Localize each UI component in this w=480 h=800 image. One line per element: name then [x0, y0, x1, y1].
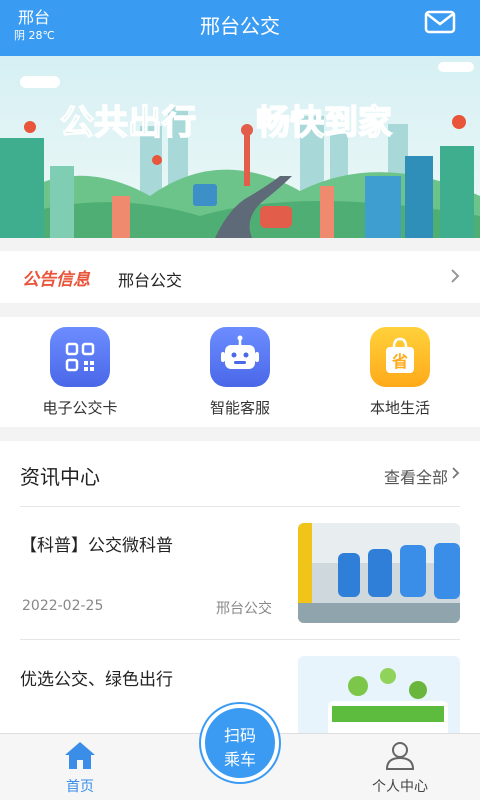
promo-banner[interactable]: 公共出行 畅快到家 [0, 56, 480, 238]
svg-text:省: 省 [391, 352, 408, 371]
banner-slogan-left: 公共出行 [60, 103, 196, 143]
app-screen: 邢台 阴 28℃ 邢台公交 公共出行 畅快到家 公告信息 邢台公交 电子公交卡 … [0, 0, 480, 800]
scan-label-line1: 扫码 [223, 726, 256, 745]
user-icon [385, 742, 415, 770]
notice-tag: 公告信息 [22, 270, 90, 290]
news-item-title: 优选公交、绿色出行 [20, 670, 173, 690]
qr-card-icon [50, 327, 110, 387]
divider [20, 639, 460, 640]
shopping-bag-icon: 省 [370, 327, 430, 387]
nav-home[interactable]: 首页 [40, 740, 120, 796]
feature-grid: 电子公交卡 智能客服 省 本地生活 [0, 317, 480, 427]
robot-icon [210, 327, 270, 387]
mail-icon[interactable] [424, 10, 456, 34]
chevron-right-icon [452, 467, 460, 479]
divider [20, 506, 460, 507]
feature-support[interactable]: 智能客服 [180, 327, 300, 418]
nav-profile[interactable]: 个人中心 [360, 740, 440, 796]
nav-home-label: 首页 [66, 779, 94, 795]
feature-label: 智能客服 [209, 399, 270, 417]
view-all-link[interactable]: 查看全部 [384, 464, 448, 488]
news-item-date: 2022-02-25 [22, 598, 104, 614]
section-title: 资讯中心 [20, 465, 100, 489]
nav-profile-label: 个人中心 [372, 779, 428, 795]
chevron-right-icon [451, 269, 460, 283]
banner-slogan-right: 畅快到家 [256, 103, 392, 143]
feature-local-life[interactable]: 省 本地生活 [340, 327, 460, 418]
news-thumbnail [298, 523, 460, 623]
home-icon [65, 742, 95, 769]
news-item-source: 邢台公交 [216, 601, 272, 617]
scan-label-line2: 乘车 [223, 750, 256, 769]
feature-ecard[interactable]: 电子公交卡 [20, 327, 140, 418]
top-bar: 邢台 阴 28℃ 邢台公交 [0, 0, 480, 56]
notice-bar[interactable]: 公告信息 邢台公交 [0, 251, 480, 303]
news-item-title: 【科普】公交微科普 [20, 536, 173, 556]
feature-label: 电子公交卡 [42, 399, 118, 417]
notice-text: 邢台公交 [118, 271, 183, 290]
scan-ride-button[interactable]: 扫码 乘车 [201, 704, 279, 782]
feature-label: 本地生活 [369, 399, 430, 417]
app-title: 邢台公交 [200, 14, 280, 38]
